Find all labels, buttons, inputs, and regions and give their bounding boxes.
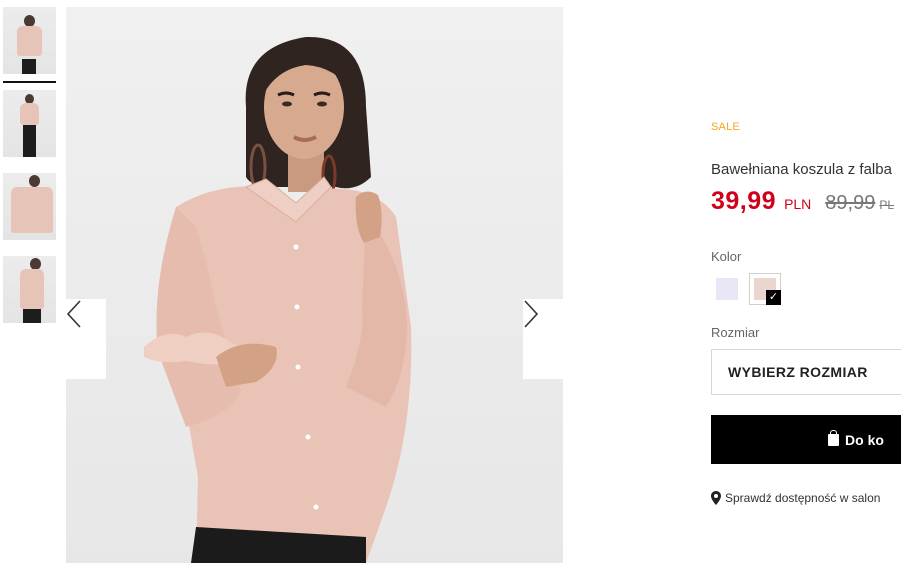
size-select-placeholder: WYBIERZ ROZMIAR — [728, 364, 868, 380]
current-price: 39,99 — [711, 187, 777, 215]
gallery-next-button[interactable] — [523, 299, 563, 379]
shopping-bag-icon — [828, 429, 840, 446]
product-main-image — [66, 7, 563, 563]
size-label: Rozmiar — [711, 325, 760, 340]
swatch-fill — [716, 278, 738, 300]
location-pin-icon — [711, 491, 721, 505]
size-select[interactable]: WYBIERZ ROZMIAR — [711, 349, 901, 395]
product-title: Bawełniana koszula z falba — [711, 161, 892, 178]
thumbnail-3[interactable] — [3, 173, 56, 240]
sale-badge: SALE — [711, 121, 740, 133]
thumb-figure-body — [11, 187, 53, 233]
thumb-figure-legs — [23, 125, 36, 157]
add-to-cart-label: Do ko — [845, 431, 884, 448]
thumb-figure-head — [29, 175, 40, 187]
color-swatch-pink[interactable]: ✓ — [749, 273, 781, 305]
current-price-currency: PLN — [784, 196, 812, 212]
thumbnail-4[interactable] — [3, 256, 56, 323]
model-illustration — [144, 36, 412, 563]
check-store-availability-link[interactable]: Sprawdź dostępność w salon — [711, 491, 880, 505]
color-swatch-lavender[interactable] — [711, 273, 743, 305]
thumb-figure-legs — [22, 59, 36, 74]
add-to-cart-button[interactable]: Do ko — [711, 415, 901, 464]
chevron-right-icon — [524, 300, 539, 328]
thumb-figure-body — [20, 269, 44, 309]
thumbnail-active-indicator — [3, 81, 56, 83]
checkmark-icon: ✓ — [766, 290, 781, 305]
thumb-figure-body — [17, 26, 42, 56]
gallery-prev-button[interactable] — [66, 299, 106, 379]
thumbnail-2[interactable] — [3, 90, 56, 157]
thumbnail-1[interactable] — [3, 7, 56, 74]
chevron-left-icon — [66, 300, 81, 328]
product-info-panel: SALE Bawełniana koszula z falba 39,99 PL… — [711, 0, 901, 563]
thumb-figure-legs — [23, 309, 41, 323]
old-price-currency: PL — [879, 198, 895, 212]
check-store-availability-text: Sprawdź dostępność w salon — [725, 491, 881, 505]
thumb-figure-body — [20, 103, 39, 125]
old-price: 89,99 — [825, 192, 876, 214]
color-label: Kolor — [711, 249, 742, 264]
price-row: 39,99 PLN 89,99 PL — [711, 187, 894, 216]
